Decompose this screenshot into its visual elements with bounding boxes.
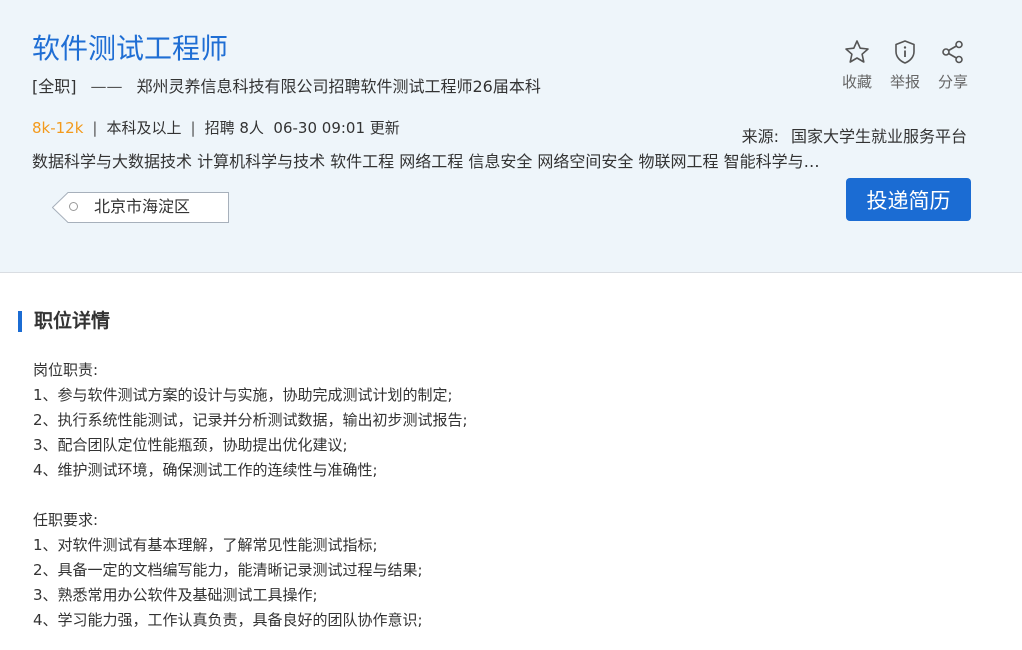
job-description: 岗位职责: 1、参与软件测试方案的设计与实施，协助完成测试计划的制定; 2、执行… (33, 358, 933, 633)
favorite-label: 收藏 (841, 73, 872, 91)
headcount: 招聘 8人 (204, 119, 264, 137)
source-name: 国家大学生就业服务平台 (790, 127, 967, 146)
majors-list: 数据科学与大数据技术 计算机科学与技术 软件工程 网络工程 信息安全 网络空间安… (32, 152, 822, 171)
meta-separator: | (92, 119, 98, 137)
star-icon (845, 40, 869, 63)
share-button[interactable]: 分享 (934, 38, 972, 92)
share-label: 分享 (937, 73, 968, 91)
subtitle-dash: —— (90, 77, 123, 96)
location-dot-icon (69, 202, 78, 211)
job-meta: 8k-12k | 本科及以上 | 招聘 8人 06-30 09:01 更新 (32, 117, 400, 139)
duty-item: 4、维护测试环境，确保测试工作的连续性与准确性; (33, 461, 378, 479)
location-text: 北京市海淀区 (94, 197, 191, 216)
section-header: 职位详情 (18, 309, 110, 333)
apply-resume-button[interactable]: 投递简历 (846, 178, 971, 221)
company-headline[interactable]: 郑州灵养信息科技有限公司招聘软件测试工程师26届本科 (137, 77, 541, 96)
requirement-item: 1、对软件测试有基本理解，了解常见性能测试指标; (33, 536, 378, 554)
job-type: [全职] (32, 77, 77, 96)
section-title: 职位详情 (34, 310, 111, 332)
section-accent-bar (18, 310, 22, 332)
meta-separator: | (190, 119, 196, 137)
share-icon (942, 40, 963, 64)
duties-title: 岗位职责: (33, 361, 99, 379)
duty-item: 3、配合团队定位性能瓶颈，协助提出优化建议; (33, 436, 348, 454)
location-tag: 北京市海淀区 (52, 192, 229, 223)
action-bar: 收藏 举报 分享 (838, 38, 972, 92)
job-header: 软件测试工程师 [全职] —— 郑州灵养信息科技有限公司招聘软件测试工程师26届本科… (0, 0, 1022, 273)
salary: 8k-12k (32, 119, 84, 137)
requirements-title: 任职要求: (33, 511, 99, 529)
shield-info-icon (895, 40, 915, 64)
requirement-item: 2、具备一定的文档编写能力，能清晰记录测试过程与结果; (33, 561, 423, 579)
duty-item: 1、参与软件测试方案的设计与实施，协助完成测试计划的制定; (33, 386, 453, 404)
requirement-item: 3、熟悉常用办公软件及基础测试工具操作; (33, 586, 318, 604)
duty-item: 2、执行系统性能测试，记录并分析测试数据，输出初步测试报告; (33, 411, 468, 429)
education: 本科及以上 (106, 119, 182, 137)
favorite-button[interactable]: 收藏 (838, 38, 876, 92)
updated-time: 06-30 09:01 更新 (273, 119, 400, 137)
requirement-item: 4、学习能力强，工作认真负责，具备良好的团队协作意识; (33, 611, 423, 629)
source-info: 来源: 国家大学生就业服务平台 (742, 126, 967, 148)
report-button[interactable]: 举报 (886, 38, 924, 92)
job-subtitle: [全职] —— 郑州灵养信息科技有限公司招聘软件测试工程师26届本科 (32, 76, 541, 98)
source-label: 来源: (741, 127, 779, 146)
job-title: 软件测试工程师 (32, 32, 229, 65)
report-label: 举报 (889, 73, 920, 91)
